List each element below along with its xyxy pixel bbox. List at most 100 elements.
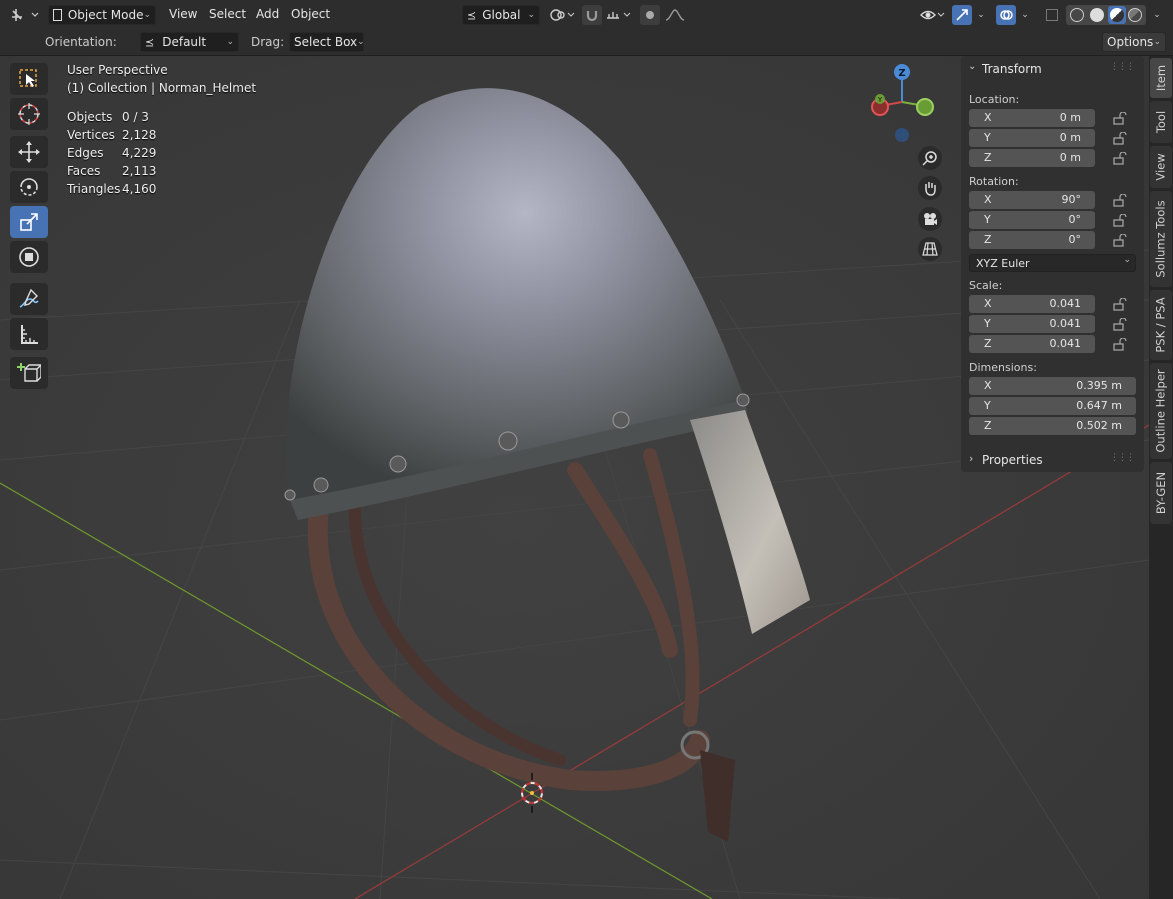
dimensions-y-field[interactable]: Y 0.647 m bbox=[969, 397, 1136, 415]
magnet-icon bbox=[586, 11, 598, 22]
overlays-dropdown[interactable]: ⌄ bbox=[1018, 5, 1032, 25]
add-cube-tool[interactable] bbox=[10, 357, 48, 389]
gizmo-z-label: Z bbox=[898, 68, 905, 79]
chevron-right-icon: › bbox=[969, 452, 974, 465]
location-y-field[interactable]: Y 0 m bbox=[969, 129, 1095, 147]
options-dropdown[interactable]: Options ⌄ bbox=[1102, 32, 1166, 52]
lock-icon[interactable] bbox=[1113, 338, 1127, 351]
measure-tool[interactable] bbox=[10, 318, 48, 350]
xray-toggle-button[interactable] bbox=[1042, 5, 1062, 25]
tab-psk-psa[interactable]: PSK / PSA bbox=[1150, 290, 1172, 360]
axis-label: X bbox=[984, 297, 992, 310]
rotation-x-field[interactable]: X 90° bbox=[969, 191, 1095, 209]
menu-add[interactable]: Add bbox=[256, 7, 279, 21]
axis-label: X bbox=[984, 193, 992, 206]
properties-panel-header[interactable]: › Properties ⋮⋮⋮ bbox=[961, 448, 1144, 472]
annotate-tool[interactable] bbox=[10, 283, 48, 315]
rotation-z-field[interactable]: Z 0° bbox=[969, 231, 1095, 249]
stat-label: Triangles bbox=[67, 182, 121, 196]
tab-item[interactable]: Item bbox=[1150, 58, 1172, 98]
lock-icon[interactable] bbox=[1113, 112, 1127, 125]
stat-value: 2,113 bbox=[122, 164, 157, 178]
rotation-y-field[interactable]: Y 0° bbox=[969, 211, 1095, 229]
snap-toggle-button[interactable] bbox=[582, 5, 602, 25]
falloff-button[interactable] bbox=[662, 5, 688, 25]
rendered-shading-icon[interactable] bbox=[1128, 8, 1142, 22]
scale-x-field[interactable]: X 0.041 bbox=[969, 295, 1095, 313]
solid-shading-icon[interactable] bbox=[1090, 8, 1104, 22]
zoom-button[interactable] bbox=[918, 146, 942, 170]
transform-tool[interactable] bbox=[10, 241, 48, 273]
xray-icon bbox=[1046, 9, 1058, 21]
pan-button[interactable] bbox=[918, 176, 942, 200]
drag-dropdown[interactable]: Select Box ⌄ bbox=[289, 32, 365, 52]
rotation-label: Rotation: bbox=[969, 175, 1019, 188]
menu-view[interactable]: View bbox=[169, 7, 197, 21]
perspective-toggle-button[interactable] bbox=[918, 237, 942, 261]
stat-label: Edges bbox=[67, 146, 104, 160]
transform-title: Transform bbox=[982, 62, 1042, 76]
editor-type-button[interactable] bbox=[8, 5, 42, 25]
tab-sollumz-tools[interactable]: Sollumz Tools bbox=[1150, 191, 1172, 287]
hand-icon bbox=[925, 182, 936, 196]
location-x-field[interactable]: X 0 m bbox=[969, 109, 1095, 127]
lock-icon[interactable] bbox=[1113, 234, 1127, 247]
gizmo-dropdown[interactable]: ⌄ bbox=[974, 5, 988, 25]
pivot-point-button[interactable] bbox=[547, 5, 577, 25]
overlays-icon bbox=[1000, 10, 1013, 20]
camera-view-button[interactable] bbox=[918, 207, 942, 231]
orientation-dropdown[interactable]: ⪯ Default ⌄ bbox=[140, 32, 239, 52]
visibility-button[interactable] bbox=[918, 5, 946, 25]
cursor-tool[interactable] bbox=[10, 98, 48, 130]
dimensions-x-field[interactable]: X 0.395 m bbox=[969, 377, 1136, 395]
stat-value: 4,229 bbox=[122, 146, 157, 160]
lock-icon[interactable] bbox=[1113, 318, 1127, 331]
rotation-mode-dropdown[interactable]: XYZ Euler ⌄ bbox=[969, 254, 1136, 272]
move-tool[interactable] bbox=[10, 136, 48, 168]
overlays-toggle-button[interactable] bbox=[996, 5, 1016, 25]
add-cube-icon bbox=[17, 363, 41, 382]
shading-mode-group bbox=[1066, 5, 1146, 25]
transform-orientation-dropdown[interactable]: ⪯ Global ⌄ bbox=[462, 5, 540, 25]
scale-y-field[interactable]: Y 0.041 bbox=[969, 315, 1095, 333]
scale-tool[interactable] bbox=[10, 206, 48, 238]
location-z-field[interactable]: Z 0 m bbox=[969, 149, 1095, 167]
axis-label: Z bbox=[984, 151, 992, 164]
field-value: 0.647 m bbox=[1076, 399, 1122, 412]
options-label: Options bbox=[1107, 35, 1154, 49]
transform-panel-header[interactable]: ⌄ Transform ⋮⋮⋮ bbox=[961, 56, 1144, 82]
shading-dropdown[interactable]: ⌄ bbox=[1150, 5, 1164, 25]
tab-tool[interactable]: Tool bbox=[1150, 101, 1172, 143]
field-value: 0 m bbox=[1059, 151, 1081, 164]
lock-icon[interactable] bbox=[1113, 152, 1127, 165]
dimensions-z-field[interactable]: Z 0.502 m bbox=[969, 417, 1136, 435]
tab-label: Sollumz Tools bbox=[1154, 200, 1168, 278]
wireframe-shading-icon[interactable] bbox=[1070, 8, 1084, 22]
proportional-edit-button[interactable] bbox=[640, 5, 660, 25]
tab-outline-helper[interactable]: Outline Helper bbox=[1150, 363, 1172, 459]
gizmo-toggle-button[interactable] bbox=[952, 5, 972, 25]
tab-label: PSK / PSA bbox=[1154, 297, 1168, 353]
stat-label: Vertices bbox=[67, 128, 115, 142]
chevron-down-icon: ⌄ bbox=[1153, 10, 1161, 20]
scale-z-field[interactable]: Z 0.041 bbox=[969, 335, 1095, 353]
lock-icon[interactable] bbox=[1113, 132, 1127, 145]
menu-object[interactable]: Object bbox=[291, 7, 330, 21]
menu-select[interactable]: Select bbox=[209, 7, 246, 21]
chevron-down-icon: ⌄ bbox=[357, 37, 365, 47]
axis-label: X bbox=[984, 379, 992, 392]
lock-icon[interactable] bbox=[1113, 194, 1127, 207]
navigation-gizmo[interactable]: Z Y X bbox=[862, 62, 942, 148]
drag-handle-icon[interactable]: ⋮⋮⋮ bbox=[1110, 62, 1135, 72]
lock-icon[interactable] bbox=[1113, 298, 1127, 311]
drag-handle-icon[interactable]: ⋮⋮⋮ bbox=[1110, 453, 1135, 463]
rotate-tool[interactable] bbox=[10, 171, 48, 203]
camera-icon bbox=[924, 213, 937, 225]
tab-view[interactable]: View bbox=[1150, 146, 1172, 188]
chevron-down-icon: ⌄ bbox=[143, 10, 151, 20]
lock-icon[interactable] bbox=[1113, 214, 1127, 227]
mode-dropdown[interactable]: Object Mode ⌄ bbox=[48, 5, 156, 25]
snap-target-button[interactable] bbox=[604, 5, 634, 25]
tab-by-gen[interactable]: BY-GEN bbox=[1150, 462, 1172, 524]
select-box-tool[interactable] bbox=[10, 63, 48, 95]
